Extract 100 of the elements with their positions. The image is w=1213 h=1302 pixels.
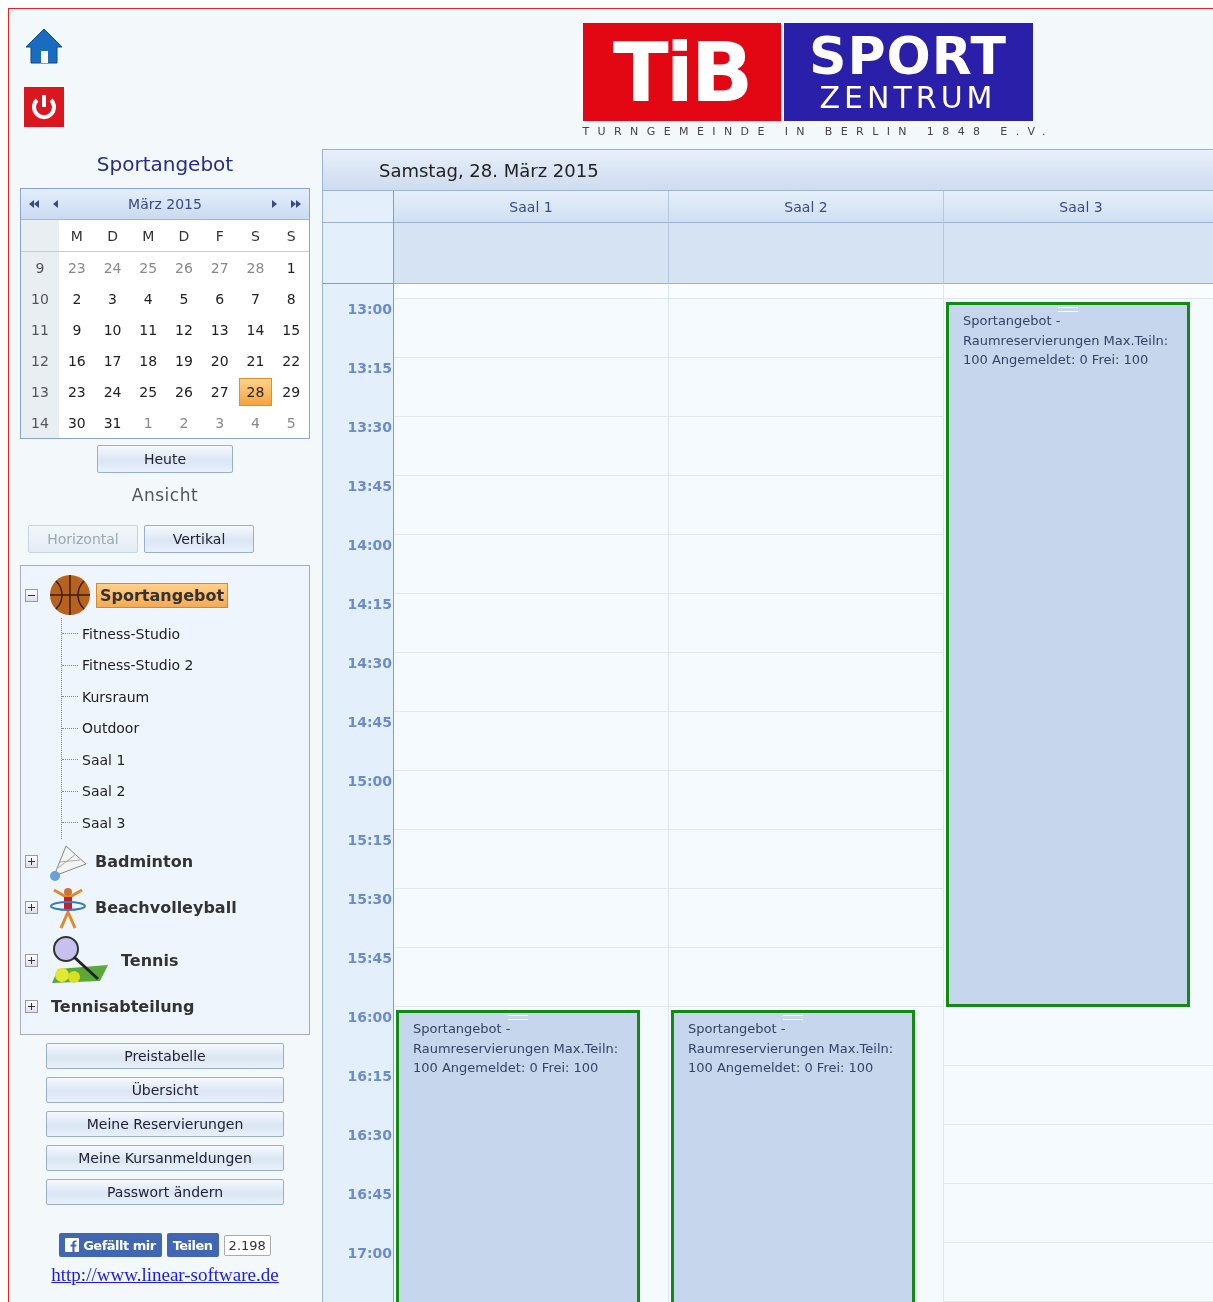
calendar-day[interactable]: 4	[238, 409, 273, 436]
tree-node[interactable]: Tennis	[118, 949, 182, 972]
week-number: 14	[21, 407, 59, 438]
tree-item[interactable]: Fitness-Studio	[82, 625, 181, 642]
logo-mark: TiB	[582, 23, 781, 121]
calendar-month: März 2015	[128, 196, 202, 212]
calendar-day[interactable]: 19	[167, 347, 201, 374]
calendar-day[interactable]: 23	[60, 254, 94, 281]
menu-button[interactable]: Preistabelle	[46, 1043, 284, 1069]
time-label: 17:00	[346, 1244, 393, 1263]
calendar-day[interactable]: 14	[238, 316, 273, 343]
calendar-day[interactable]: 31	[95, 409, 130, 436]
week-number: 11	[21, 314, 59, 345]
calendar-day[interactable]: 16	[60, 347, 94, 374]
calendar-day[interactable]: 3	[95, 285, 130, 312]
left-arrow-icon[interactable]	[53, 200, 58, 208]
right-arrow-icon[interactable]	[272, 200, 277, 208]
calendar-day[interactable]: 18	[131, 347, 166, 374]
all-day-cell[interactable]	[944, 223, 1213, 284]
calendar-day[interactable]: 25	[131, 378, 166, 405]
calendar-day[interactable]: 8	[274, 285, 308, 312]
calendar-day[interactable]: 1	[131, 409, 166, 436]
calendar-day[interactable]: 24	[95, 378, 130, 405]
calendar-day[interactable]: 21	[238, 347, 273, 374]
tree-item[interactable]: Saal 2	[82, 783, 126, 800]
calendar-day[interactable]: 15	[274, 316, 308, 343]
calendar-day[interactable]: 9	[60, 316, 94, 343]
tree-node[interactable]: Sportangebot	[96, 582, 229, 608]
weekday-label: M	[141, 227, 156, 244]
time-label: 13:15	[346, 359, 393, 378]
menu-button[interactable]: Meine Reservierungen	[46, 1111, 284, 1137]
time-label: 14:00	[346, 536, 393, 555]
double-right-arrow-icon[interactable]	[291, 200, 301, 208]
view-button[interactable]: Vertikal	[144, 525, 254, 553]
calendar-day[interactable]: 6	[202, 285, 237, 312]
weekday-label: D	[106, 227, 119, 244]
appointment[interactable]: Sportangebot - Raumreservierungen Max.Teiln: 100 Angemeldet: 0 Frei: 100	[946, 302, 1190, 1007]
menu-button[interactable]: Passwort ändern	[46, 1179, 284, 1205]
calendar-day[interactable]: 25	[131, 254, 166, 281]
appointment[interactable]: Sportangebot - Raumreservierungen Max.Teiln: 100 Angemeldet: 0 Frei: 100	[396, 1010, 640, 1302]
calendar-day[interactable]: 2	[60, 285, 94, 312]
calendar-day[interactable]: 7	[238, 285, 273, 312]
basketball-icon	[48, 573, 92, 617]
tree-item[interactable]: Outdoor	[82, 720, 140, 737]
calendar-day[interactable]: 5	[274, 409, 308, 436]
calendar-day[interactable]: 11	[131, 316, 166, 343]
calendar-day[interactable]: 17	[95, 347, 130, 374]
like-button[interactable]: Gefällt mir	[59, 1233, 162, 1257]
expand-icon[interactable]	[25, 855, 38, 868]
calendar-day[interactable]: 28	[238, 377, 273, 406]
calendar-day[interactable]: 27	[202, 254, 237, 281]
calendar-day[interactable]: 22	[274, 347, 308, 374]
calendar-day[interactable]: 23	[60, 378, 94, 405]
week-number: 13	[21, 376, 59, 407]
facebook-icon	[65, 1238, 80, 1252]
tree-node[interactable]: Badminton	[92, 850, 197, 873]
power-icon[interactable]	[24, 87, 64, 127]
home-icon[interactable]	[24, 27, 64, 65]
tree-item[interactable]: Fitness-Studio 2	[82, 657, 194, 674]
all-day-cell[interactable]	[394, 223, 669, 284]
today-button[interactable]: Heute	[97, 445, 233, 473]
tree-node[interactable]: Tennisabteilung	[48, 995, 198, 1018]
calendar-day[interactable]: 2	[167, 409, 201, 436]
calendar-day[interactable]: 27	[202, 378, 237, 405]
resource-header: Saal 1	[394, 191, 669, 223]
all-day-cell[interactable]	[669, 223, 944, 284]
appointment-text: Raumreservierungen Max.Teiln:	[963, 331, 1170, 350]
expand-icon[interactable]	[25, 954, 38, 967]
appointment-text: 100 Angemeldet: 0 Frei: 100	[963, 351, 1150, 369]
menu-button[interactable]: Übersicht	[46, 1077, 284, 1103]
double-left-arrow-icon[interactable]	[29, 200, 39, 208]
logo-subtitle: TURNGEMEINDE IN BERLIN 1848 E.V.	[582, 125, 1055, 139]
expand-icon[interactable]	[25, 1000, 38, 1013]
calendar-day[interactable]: 26	[167, 254, 201, 281]
logo-word: ZENTRUM	[819, 82, 997, 114]
website-link[interactable]: http://www.linear-software.de	[20, 1264, 310, 1286]
calendar-day[interactable]: 1	[274, 254, 308, 281]
appointment-text: Raumreservierungen Max.Teiln:	[688, 1039, 895, 1058]
calendar-day[interactable]: 20	[202, 347, 237, 374]
tree-item[interactable]: Kursraum	[82, 688, 150, 705]
calendar-day[interactable]: 30	[60, 409, 94, 436]
calendar-day[interactable]: 26	[167, 378, 201, 405]
tree-item[interactable]: Saal 1	[82, 751, 126, 768]
appointment[interactable]: Sportangebot - Raumreservierungen Max.Teiln: 100 Angemeldet: 0 Frei: 100	[671, 1010, 915, 1302]
tree-node[interactable]: Beachvolleyball	[92, 896, 240, 919]
expand-icon[interactable]	[25, 901, 38, 914]
menu-button[interactable]: Meine Kursanmeldungen	[46, 1145, 284, 1171]
calendar-day[interactable]: 12	[167, 316, 201, 343]
calendar-day[interactable]: 3	[202, 409, 237, 436]
calendar-day[interactable]: 4	[131, 285, 166, 312]
calendar-day[interactable]: 24	[95, 254, 130, 281]
calendar-day[interactable]: 29	[274, 378, 308, 405]
calendar-day[interactable]: 5	[167, 285, 201, 312]
calendar-day[interactable]: 28	[238, 254, 273, 281]
tree-item[interactable]: Saal 3	[82, 814, 126, 831]
share-button[interactable]: Teilen	[166, 1233, 219, 1257]
calendar-day[interactable]: 13	[202, 316, 237, 343]
week-number: 10	[21, 283, 59, 314]
collapse-icon[interactable]	[25, 588, 38, 602]
calendar-day[interactable]: 10	[95, 316, 130, 343]
